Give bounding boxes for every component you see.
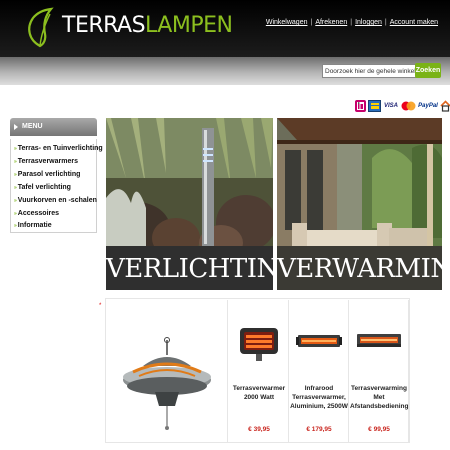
bullet-icon: »: [14, 198, 17, 204]
product-name[interactable]: Infrarood Terrasverwarmer, Aluminium, 25…: [290, 384, 348, 411]
menu-item-informatie[interactable]: »Informatie: [14, 222, 52, 229]
ideal-icon: [355, 100, 366, 112]
banner-caption: VERLICHTING: [106, 254, 273, 284]
menu-arrow-icon: [14, 124, 18, 130]
create-account-link[interactable]: Account maken: [390, 19, 438, 26]
visa-label: VISA: [383, 103, 398, 109]
site-header: TERRASLAMPEN Winkelwagen | Afrekenen | Inlog…: [0, 0, 450, 57]
product-image: [357, 334, 401, 347]
new-marker: *: [99, 303, 102, 309]
bullet-icon: »: [14, 223, 17, 229]
product-price: € 39,95: [248, 426, 270, 433]
menu-item-label: Informatie: [17, 222, 52, 229]
bank-transfer-icon: [368, 100, 381, 112]
menu-item-terras-tuinverlichting[interactable]: »Terras- en Tuinverlichting: [14, 145, 103, 152]
menu-header: MENU: [10, 118, 97, 136]
menu-title: MENU: [22, 123, 43, 130]
bullet-icon: »: [14, 211, 17, 217]
search-button[interactable]: Zoeken: [415, 63, 441, 78]
featured-product-image[interactable]: [107, 300, 228, 443]
product-price: € 179,95: [306, 426, 332, 433]
menu-item-vuurkorven[interactable]: »Vuurkorven en -schalen: [14, 197, 97, 204]
menu-item-label: Tafel verlichting: [17, 184, 71, 191]
menu-item-label: Vuurkorven en -schalen: [17, 197, 97, 204]
site-logo[interactable]: TERRASLAMPEN: [62, 13, 233, 38]
product-card[interactable]: Terrasverwarming Met Afstandsbediening €…: [350, 300, 409, 443]
product-card[interactable]: Terrasverwarmer 2000 Watt € 39,95: [230, 300, 289, 443]
mastercard-icon: [401, 100, 416, 112]
banner-caption: VERWARMING: [277, 254, 442, 284]
banner-verlichting[interactable]: VERLICHTING: [106, 118, 273, 290]
paypal-icon: PayPal: [418, 100, 438, 112]
login-link[interactable]: Inloggen: [355, 19, 382, 26]
logo-text-part2: LAMPEN: [145, 13, 233, 38]
product-price: € 99,95: [368, 426, 390, 433]
cart-link[interactable]: Winkelwagen: [266, 19, 308, 26]
menu-item-label: Terras- en Tuinverlichting: [17, 145, 103, 152]
home-icon: [440, 100, 450, 112]
menu-item-label: Parasol verlichting: [17, 171, 81, 178]
logo-leaf-icon: [28, 7, 54, 48]
search-input[interactable]: [322, 64, 418, 78]
bullet-icon: »: [14, 146, 17, 152]
paypal-label: PayPal: [418, 103, 438, 109]
product-image: [296, 335, 342, 347]
product-name[interactable]: Terrasverwarming Met Afstandsbediening: [350, 384, 409, 411]
logo-text-part1: TERRAS: [62, 13, 146, 38]
visa-icon: VISA: [383, 100, 399, 112]
menu-item-terrasverwarmers[interactable]: »Terrasverwarmers: [14, 158, 78, 165]
top-navigation: Winkelwagen | Afrekenen | Inloggen | Account m…: [265, 19, 438, 26]
banner-verwarming[interactable]: VERWARMING: [277, 118, 442, 290]
product-name[interactable]: Terrasverwarmer 2000 Watt: [230, 384, 288, 402]
bullet-icon: »: [14, 159, 17, 165]
hanging-heater-image: [123, 337, 211, 430]
menu-item-tafel-verlichting[interactable]: »Tafel verlichting: [14, 184, 71, 191]
category-menu: »Terras- en Tuinverlichting »Terrasverwa…: [10, 139, 103, 233]
menu-item-accessoires[interactable]: »Accessoires: [14, 210, 59, 217]
bullet-icon: »: [14, 185, 17, 191]
bullet-icon: »: [14, 172, 17, 178]
product-image: [240, 328, 278, 361]
payment-icons: VISA PayPal: [355, 99, 450, 113]
menu-item-label: Terrasverwarmers: [17, 158, 78, 165]
menu-item-parasol-verlichting[interactable]: »Parasol verlichting: [14, 171, 80, 178]
menu-item-label: Accessoires: [17, 210, 60, 217]
product-card[interactable]: Infrarood Terrasverwarmer, Aluminium, 25…: [290, 300, 349, 443]
checkout-link[interactable]: Afrekenen: [315, 19, 347, 26]
